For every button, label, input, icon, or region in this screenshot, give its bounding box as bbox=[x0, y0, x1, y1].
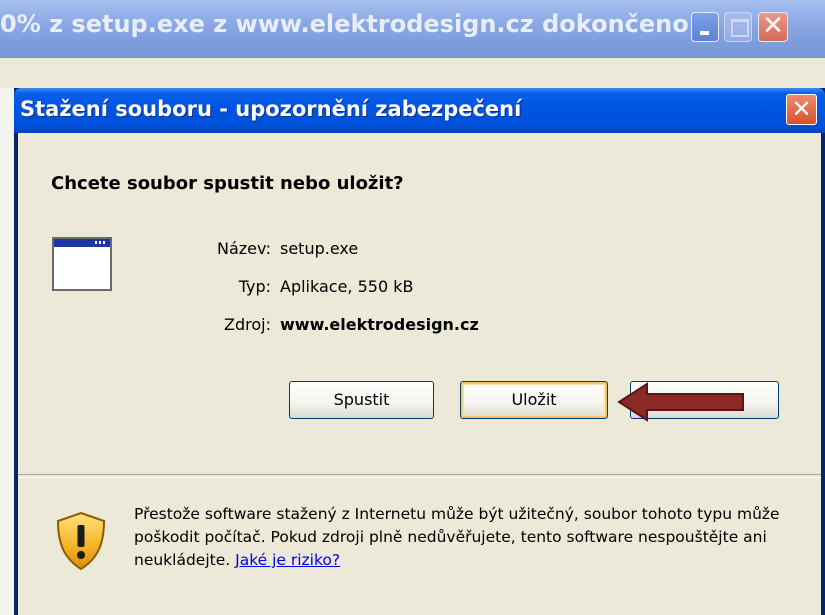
warning-text: Přestože software stažený z Internetu mů… bbox=[134, 505, 780, 569]
dialog-titlebar[interactable]: Stažení souboru - upozornění zabezpečení… bbox=[14, 88, 825, 133]
maximize-button[interactable] bbox=[724, 12, 752, 42]
source-label: Zdroj: bbox=[224, 315, 271, 334]
save-button[interactable]: Uložit bbox=[460, 381, 608, 419]
file-source-value: www.elektrodesign.cz bbox=[280, 315, 479, 334]
security-warning-dialog: Stažení souboru - upozornění zabezpečení… bbox=[14, 88, 825, 615]
dialog-close-button[interactable]: ✕ bbox=[786, 94, 817, 125]
dialog-question: Chcete soubor spustit nebo uložit? bbox=[51, 173, 404, 194]
file-name-value: setup.exe bbox=[280, 239, 359, 258]
background-window-body bbox=[0, 58, 825, 88]
close-icon: ✕ bbox=[762, 11, 784, 41]
name-label: Název: bbox=[217, 239, 271, 258]
background-window-title: 0% z setup.exe z www.elektrodesign.cz do… bbox=[0, 10, 689, 38]
arrow-annotation bbox=[617, 382, 744, 422]
shield-warning-icon bbox=[56, 511, 106, 571]
run-button[interactable]: Spustit bbox=[289, 381, 434, 419]
application-icon bbox=[52, 237, 112, 291]
background-window-edge bbox=[0, 88, 14, 615]
close-icon: ✕ bbox=[791, 95, 812, 123]
file-type-value: Aplikace, 550 kB bbox=[280, 277, 414, 296]
type-label: Typ: bbox=[238, 277, 271, 296]
dialog-separator bbox=[18, 474, 821, 478]
minimize-button[interactable] bbox=[691, 12, 719, 42]
background-close-button[interactable]: ✕ bbox=[758, 11, 788, 42]
dialog-body: Chcete soubor spustit nebo uložit? Název… bbox=[18, 133, 821, 615]
background-window-titlebar[interactable]: 0% z setup.exe z www.elektrodesign.cz do… bbox=[0, 0, 825, 58]
dialog-title: Stažení souboru - upozornění zabezpečení bbox=[20, 97, 522, 121]
warning-message: Přestože software stažený z Internetu mů… bbox=[134, 503, 804, 572]
risk-link[interactable]: Jaké je riziko? bbox=[235, 551, 340, 569]
